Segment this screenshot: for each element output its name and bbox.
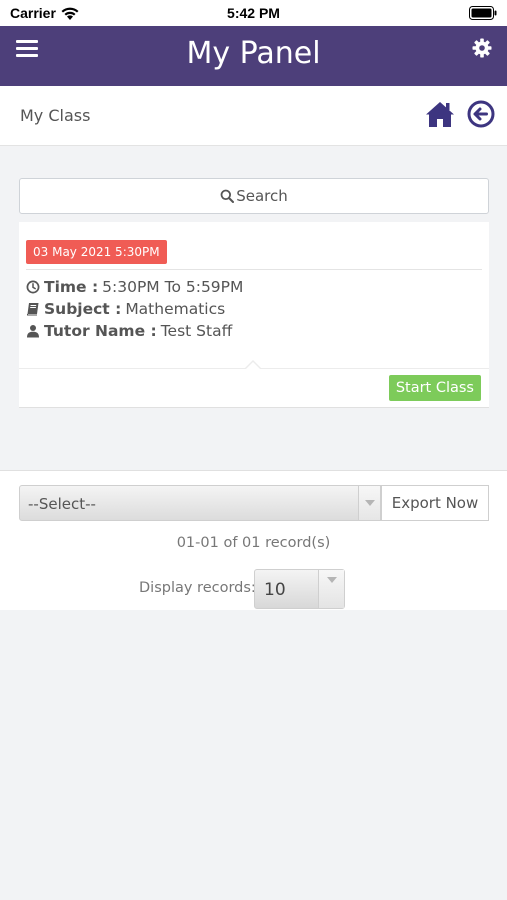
search-placeholder: Search — [236, 187, 288, 205]
display-records-label: Display records: — [139, 580, 256, 596]
class-tutor-row: Tutor Name : Test Staff — [26, 322, 232, 340]
time-value: 5:30PM To 5:59PM — [102, 278, 244, 296]
status-time: 5:42 PM — [227, 5, 280, 21]
home-icon[interactable] — [425, 100, 455, 128]
date-badge: 03 May 2021 5:30PM — [26, 240, 167, 264]
records-count: 01-01 of 01 record(s) — [176, 535, 331, 551]
back-arrow-icon[interactable] — [467, 100, 495, 128]
app-header: My Panel — [0, 26, 507, 86]
tutor-value: Test Staff — [160, 322, 233, 340]
chevron-down-icon — [358, 486, 380, 520]
subheader: My Class — [0, 86, 507, 146]
class-subject-row: Subject : Mathematics — [26, 300, 225, 318]
chevron-down-icon — [318, 570, 344, 608]
breadcrumb: My Class — [20, 106, 91, 125]
display-records-select[interactable]: 10 — [254, 569, 345, 609]
page-title: My Panel — [186, 36, 321, 71]
export-select-value: --Select-- — [28, 495, 96, 513]
tutor-label: Tutor Name : — [44, 322, 157, 340]
gear-icon[interactable] — [472, 38, 492, 58]
card-divider — [26, 269, 482, 270]
class-time-row: Time : 5:30PM To 5:59PM — [26, 278, 243, 296]
status-bar: Carrier 5:42 PM — [0, 0, 507, 26]
export-now-button[interactable]: Export Now — [381, 485, 489, 521]
export-format-select[interactable]: --Select-- — [19, 485, 381, 521]
start-class-button[interactable]: Start Class — [388, 375, 481, 401]
time-label: Time : — [44, 278, 99, 296]
book-icon — [27, 303, 39, 316]
clock-icon — [26, 280, 40, 294]
display-records-value: 10 — [264, 580, 286, 600]
search-input[interactable]: Search — [19, 178, 489, 214]
battery-icon — [469, 6, 497, 20]
subject-value: Mathematics — [125, 300, 226, 318]
subject-label: Subject : — [44, 300, 122, 318]
export-panel: --Select-- Export Now 01-01 of 01 record… — [0, 470, 507, 610]
search-icon — [220, 189, 235, 203]
class-card: 03 May 2021 5:30PM Time : 5:30PM To 5:59… — [19, 222, 489, 408]
user-icon — [27, 325, 39, 338]
